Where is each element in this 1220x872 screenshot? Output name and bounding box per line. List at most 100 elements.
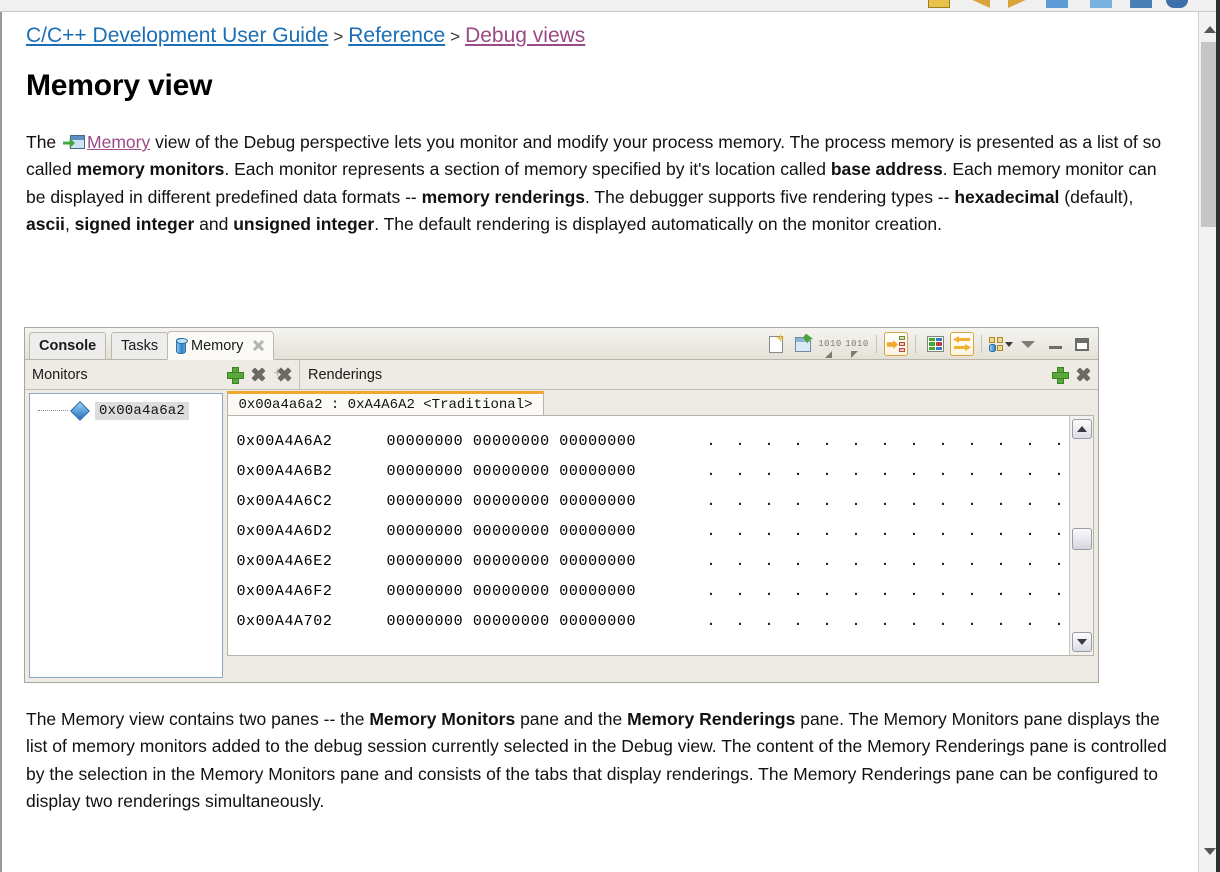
rendering-scrollbar[interactable] — [1069, 416, 1093, 655]
list-item[interactable]: 0x00a4a6a2 — [34, 400, 218, 421]
tab-tasks-label: Tasks — [121, 338, 159, 354]
breadcrumb-item-debug-views[interactable]: Debug views — [465, 24, 585, 47]
remove-monitor-icon[interactable] — [251, 367, 266, 382]
intro-text-9: . The default rendering is displayed aut… — [374, 213, 942, 234]
close-icon[interactable] — [252, 339, 265, 352]
table-row[interactable]: 0x00A4A6F2 00000000 00000000 00000000 . … — [236, 576, 1069, 606]
cell-hex: 00000000 00000000 00000000 — [386, 582, 637, 600]
scrollbar-thumb[interactable] — [1072, 528, 1092, 550]
cell-ascii: . . . . . . . . . . . . . — [706, 552, 1069, 570]
memory-monitors-pane: 0x00a4a6a2 — [25, 390, 228, 682]
add-rendering-icon[interactable] — [791, 332, 815, 356]
table-row[interactable]: 0x00A4A6D2 00000000 00000000 00000000 . … — [236, 516, 1069, 546]
monitors-pane-header: Monitors — [25, 360, 300, 389]
remove-all-monitors-icon[interactable] — [273, 367, 292, 382]
intro-text-5: . The debugger supports five rendering t… — [585, 186, 955, 207]
cell-address: 0x00A4A6C2 — [236, 492, 333, 510]
tabs-icon[interactable] — [1046, 0, 1068, 8]
rendering-tab-label: 0x00a4a6a2 : 0xA4A6A2 <Traditional> — [238, 396, 533, 413]
add-monitor-icon[interactable] — [227, 367, 244, 384]
go-to-address-icon[interactable] — [884, 332, 908, 356]
forward-icon[interactable] — [1008, 0, 1030, 8]
outro-paragraph: The Memory view contains two panes -- th… — [26, 706, 1176, 815]
rendering-tab[interactable]: 0x00a4a6a2 : 0xA4A6A2 <Traditional> — [227, 391, 544, 416]
monitor-address-label: 0x00a4a6a2 — [95, 401, 190, 420]
term-memory-monitors: memory monitors — [76, 159, 225, 180]
cell-address: 0x00A4A6E2 — [236, 552, 333, 570]
term-memory-monitors-pane: Memory Monitors — [369, 709, 516, 729]
intro-text-8: and — [194, 213, 234, 234]
add-rendering-icon[interactable] — [1052, 367, 1069, 384]
breadcrumb: C/C++ Development User Guide > Reference > D… — [26, 12, 1166, 47]
cell-hex: 00000000 00000000 00000000 — [386, 552, 637, 570]
new-memory-monitor-icon[interactable] — [764, 332, 788, 356]
memory-monitor-icon — [70, 400, 90, 421]
breadcrumb-item-guide[interactable]: C/C++ Development User Guide — [26, 24, 328, 47]
cell-hex: 00000000 00000000 00000000 — [386, 522, 637, 540]
table-row[interactable]: 0x00A4A6E2 00000000 00000000 00000000 . … — [236, 546, 1069, 576]
memory-view-icon — [63, 135, 86, 150]
memory-table[interactable]: 0x00A4A6A2 00000000 00000000 00000000 . … — [228, 416, 1069, 655]
home-icon[interactable] — [1130, 0, 1152, 8]
term-signed-integer: signed integer — [74, 213, 195, 234]
rendering-body: 0x00A4A6A2 00000000 00000000 00000000 . … — [227, 416, 1094, 656]
maximize-icon[interactable] — [1070, 332, 1094, 356]
chevron-down-icon[interactable] — [1005, 341, 1013, 347]
monitors-pane-actions — [227, 367, 299, 384]
toolbar-separator-1 — [876, 335, 877, 353]
scroll-down-button[interactable] — [1072, 632, 1092, 652]
toggle-split-pane-icon[interactable] — [923, 332, 947, 356]
monitors-list[interactable]: 0x00a4a6a2 — [29, 393, 224, 678]
back-icon[interactable] — [968, 0, 990, 8]
cell-ascii: . . . . . . . . . . . . . — [706, 612, 1069, 630]
cell-hex: 00000000 00000000 00000000 — [386, 462, 637, 480]
browser-toolbar-strip — [0, 0, 1220, 12]
scroll-up-button[interactable] — [1072, 419, 1092, 439]
intro-paragraph: The Memory view of the Debug perspective… — [26, 129, 1166, 238]
bookmark-icon[interactable] — [928, 0, 950, 8]
view-toolbar: 1010 1010 — [764, 330, 1094, 358]
outro-text-2: pane and the — [515, 709, 628, 729]
memory-cylinder-icon — [176, 337, 188, 354]
intro-text-1: The — [26, 132, 62, 153]
cell-ascii: . . . . . . . . . . . . . — [706, 582, 1069, 600]
rendering-tab-row: 0x00a4a6a2 : 0xA4A6A2 <Traditional> — [227, 390, 1094, 416]
tab-tasks[interactable]: Tasks — [111, 332, 169, 359]
table-row[interactable]: 0x00A4A6A2 00000000 00000000 00000000 . … — [236, 426, 1069, 456]
monitors-pane-title: Monitors — [32, 366, 88, 383]
cell-address: 0x00A4A702 — [236, 612, 333, 630]
cell-hex: 00000000 00000000 00000000 — [386, 612, 637, 630]
cell-hex: 00000000 00000000 00000000 — [386, 432, 637, 450]
breadcrumb-item-reference[interactable]: Reference — [348, 24, 445, 47]
tab-memory[interactable]: Memory — [167, 331, 275, 360]
view-menu-icon[interactable] — [1016, 332, 1040, 356]
next-page-icon[interactable]: 1010 — [818, 332, 842, 358]
table-row[interactable]: 0x00A4A6C2 00000000 00000000 00000000 . … — [236, 486, 1069, 516]
memory-renderings-pane: 0x00a4a6a2 : 0xA4A6A2 <Traditional> 0x00… — [227, 390, 1098, 682]
print-icon[interactable] — [1090, 0, 1112, 8]
toolbar-separator-2 — [915, 335, 916, 353]
term-hexadecimal: hexadecimal — [954, 186, 1060, 207]
chevron-up-icon — [1203, 25, 1216, 33]
outro-text-1: The Memory view contains two panes -- th… — [26, 709, 370, 729]
memory-view-screenshot: Console Tasks Memory 1010 1010 Monitors … — [24, 327, 1099, 683]
previous-page-icon[interactable]: 1010 — [845, 332, 869, 358]
table-row[interactable]: 0x00A4A6B2 00000000 00000000 00000000 . … — [236, 456, 1069, 486]
chevron-down-icon — [1203, 847, 1216, 855]
minimize-icon[interactable] — [1043, 332, 1067, 356]
chevron-up-icon — [1077, 426, 1087, 432]
help-icon[interactable] — [1166, 0, 1188, 8]
link-memory-rendering-icon[interactable] — [950, 332, 974, 356]
remove-rendering-icon[interactable] — [1076, 367, 1091, 382]
cell-ascii: . . . . . . . . . . . . . — [706, 462, 1069, 480]
table-row[interactable]: 0x00A4A702 00000000 00000000 00000000 . … — [236, 606, 1069, 636]
view-layout-menu-icon[interactable] — [989, 332, 1013, 356]
memory-link[interactable]: Memory — [87, 132, 150, 152]
cell-address: 0x00A4A6A2 — [236, 432, 333, 450]
outro-container: The Memory view contains two panes -- th… — [26, 706, 1186, 815]
page-title: Memory view — [26, 69, 213, 103]
cell-ascii: . . . . . . . . . . . . . — [706, 522, 1069, 540]
tab-console[interactable]: Console — [29, 332, 107, 359]
renderings-pane-actions — [1052, 367, 1098, 384]
tab-console-label: Console — [39, 338, 97, 354]
